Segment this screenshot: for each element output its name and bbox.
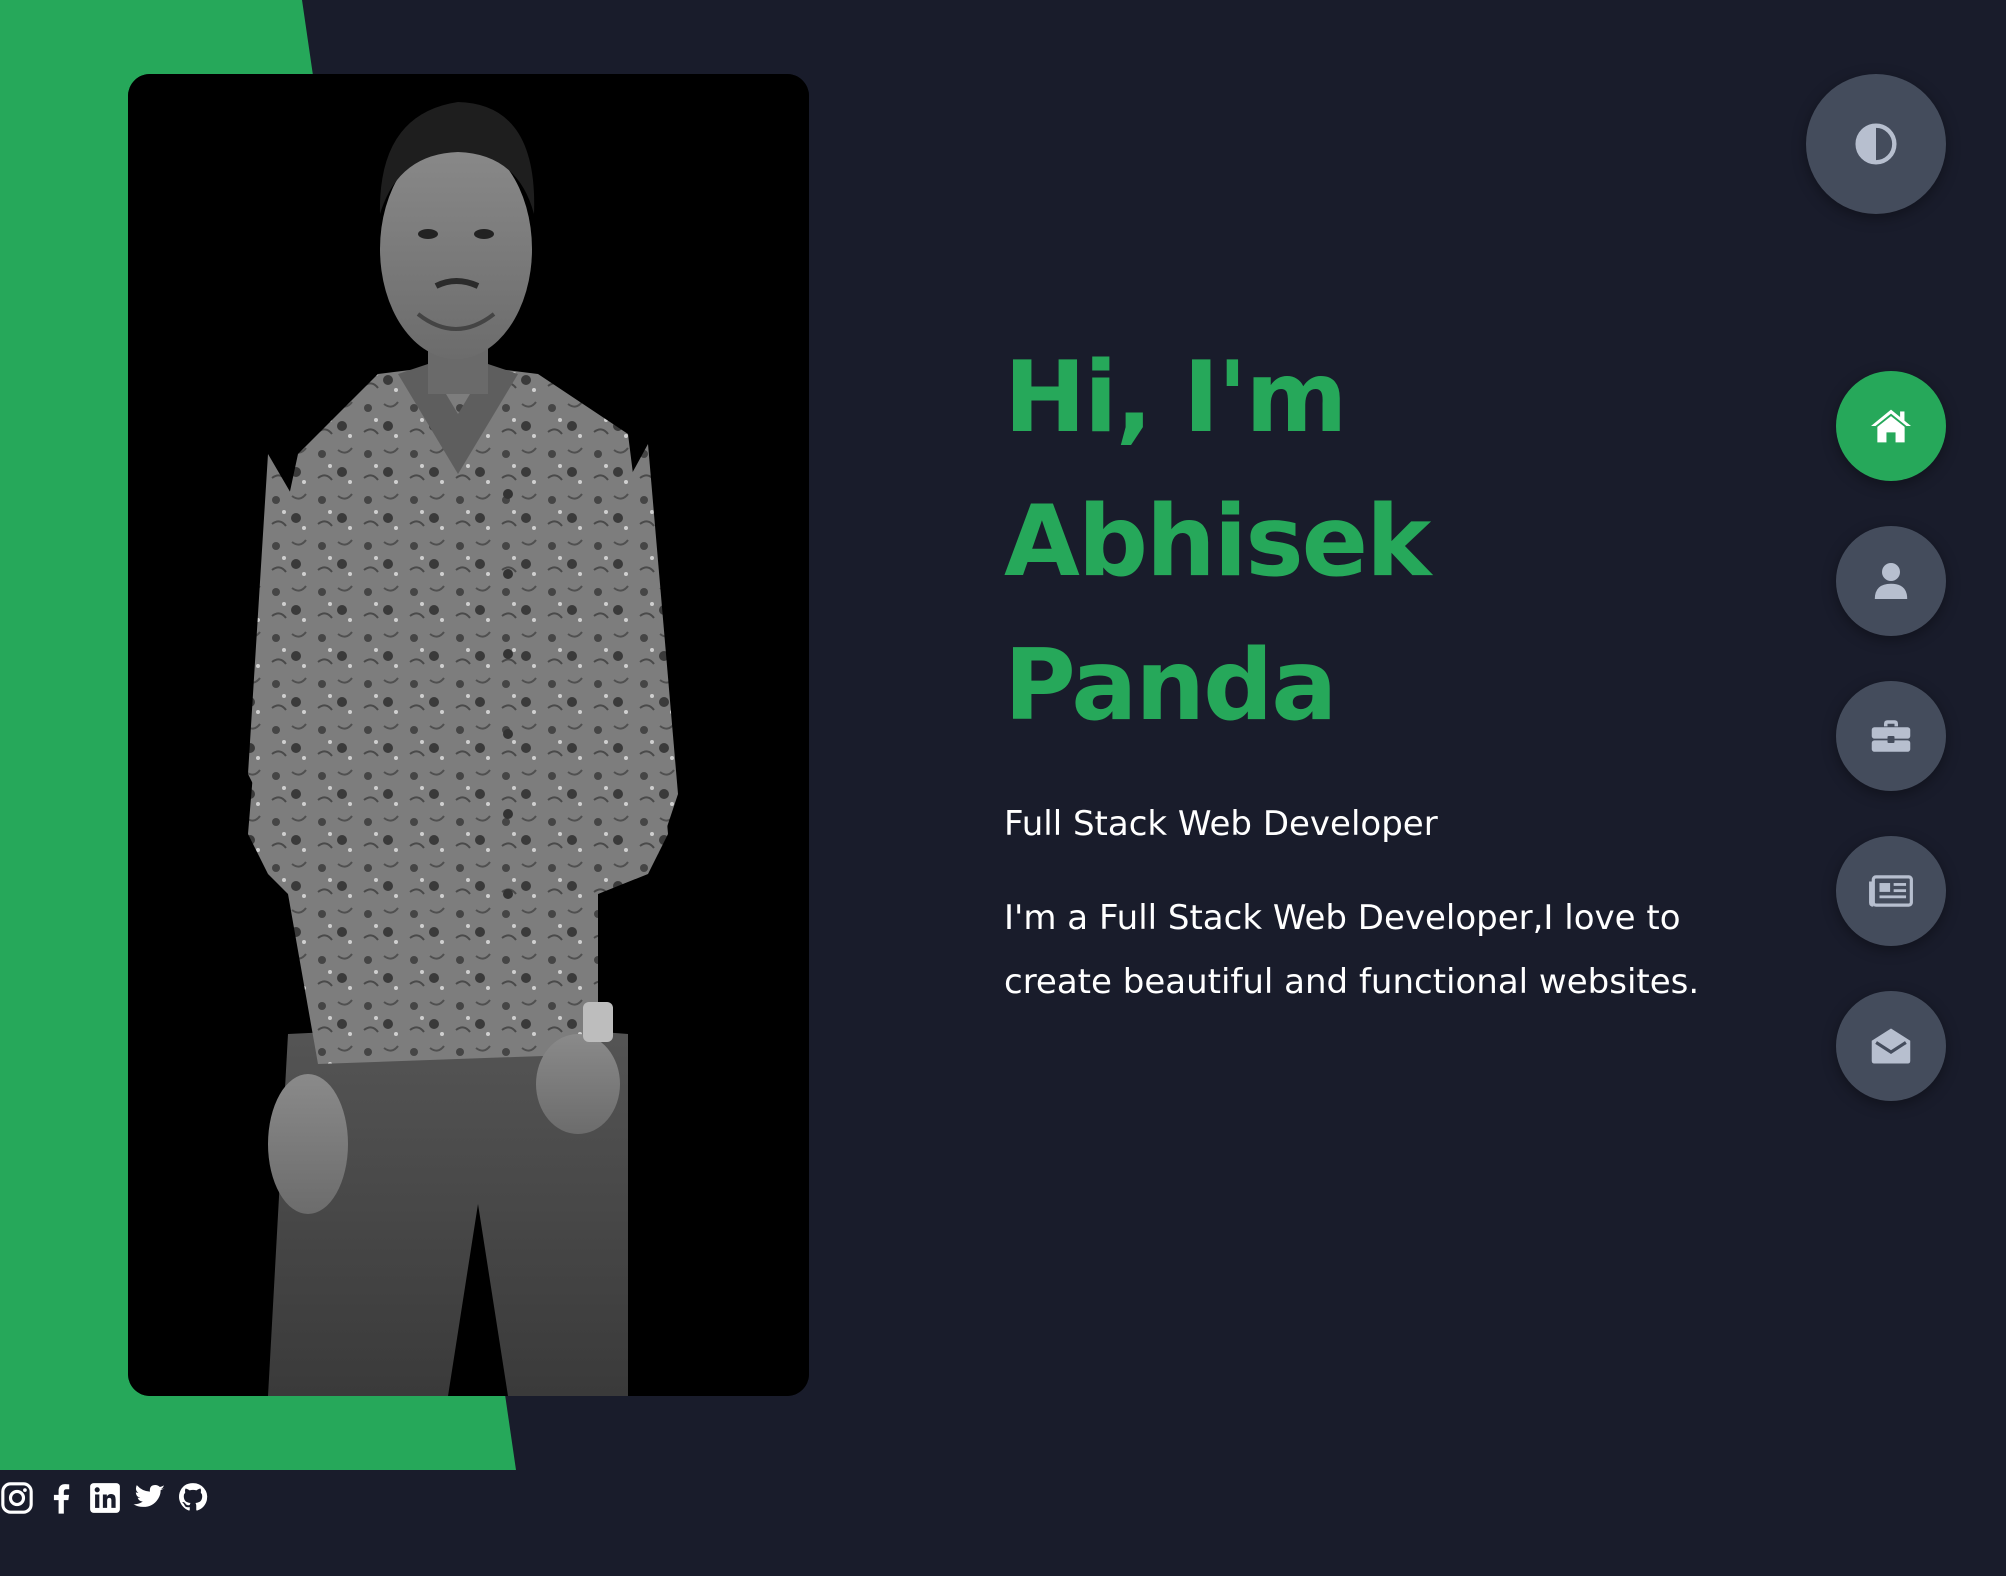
nav-blog-button[interactable] (1836, 836, 1946, 946)
github-icon (179, 1483, 208, 1511)
twitter-icon (133, 1484, 165, 1507)
half-circle-icon (1855, 123, 1897, 165)
profile-photo (128, 74, 809, 1396)
nav-home-button[interactable] (1836, 371, 1946, 481)
profile-photo-illustration (128, 74, 809, 1396)
nav-about-button[interactable] (1836, 526, 1946, 636)
linkedin-link[interactable] (88, 1481, 122, 1515)
home-icon (1871, 409, 1911, 443)
hero-greeting: Hi, I'm (1004, 341, 1348, 455)
hero-section: Hi, I'm Abhisek Panda Full Stack Web Dev… (1004, 326, 1724, 1014)
linkedin-icon (90, 1483, 120, 1513)
hero-first-name: Abhisek (1004, 485, 1431, 599)
briefcase-icon (1871, 720, 1911, 752)
envelope-open-icon (1871, 1028, 1911, 1064)
facebook-link[interactable] (44, 1481, 78, 1515)
newspaper-icon (1869, 875, 1913, 907)
instagram-icon (1, 1482, 33, 1514)
nav-contact-button[interactable] (1836, 991, 1946, 1101)
hero-description: I'm a Full Stack Web Developer,I love to… (1004, 898, 1700, 1002)
nav-portfolio-button[interactable] (1836, 681, 1946, 791)
hero-title: Hi, I'm Abhisek Panda (1004, 326, 1724, 758)
github-link[interactable] (176, 1481, 210, 1515)
social-links (0, 1478, 210, 1518)
side-navigation (1836, 371, 1946, 1146)
theme-toggle-button[interactable] (1806, 74, 1946, 214)
hero-last-name: Panda (1004, 629, 1337, 743)
instagram-link[interactable] (0, 1481, 34, 1515)
hero-subtitle: Full Stack Web Developer (1004, 804, 1438, 844)
user-icon (1874, 563, 1908, 599)
twitter-link[interactable] (132, 1481, 166, 1515)
facebook-icon (53, 1484, 70, 1514)
